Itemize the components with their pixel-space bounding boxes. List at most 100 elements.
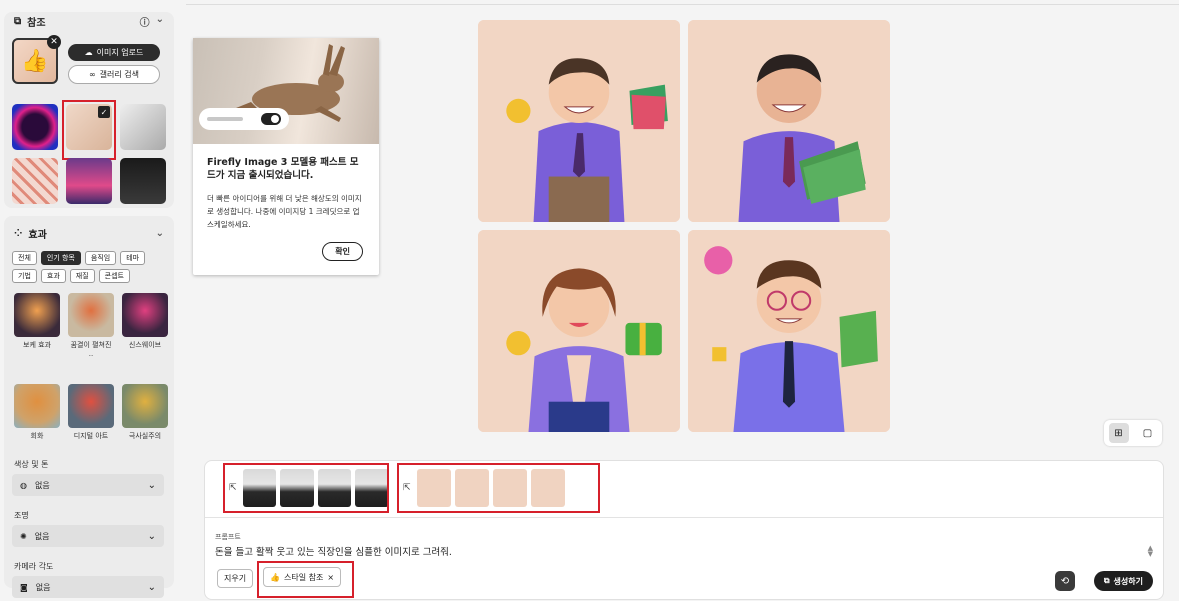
reference-panel-header[interactable]: ⧉ 참조 ⓘ ⌄: [4, 12, 174, 31]
prompt-label: 프롬프트: [215, 533, 241, 541]
notice-body: 더 빠른 아이디어를 위해 더 낮은 해상도의 이미지로 생성합니다. 나중에 …: [207, 194, 362, 229]
filter-chip[interactable]: 전체: [12, 251, 37, 265]
effect-label: 회화: [30, 432, 44, 440]
effect-item[interactable]: 꿈결이 펼쳐진 ..: [68, 293, 114, 358]
reference-panel: ⧉ 참조 ⓘ ⌄ 👍 ✕ ☁ 이미지 업로드 ∞ 갤러리 검색 ✓: [4, 12, 174, 208]
highlight-box: [397, 463, 600, 513]
chevron-down-icon[interactable]: ⌄: [156, 228, 164, 239]
notice-title: Firefly Image 3 모델용 패스트 모드가 지금 출시되었습니다.: [207, 157, 359, 181]
selected-reference-thumb[interactable]: 👍 ✕: [12, 35, 61, 84]
generate-button[interactable]: ⧉ 생성하기: [1093, 571, 1153, 591]
gallery-search-label: 갤러리 검색: [99, 70, 139, 79]
reference-thumb-thumbsup[interactable]: ✓: [62, 100, 116, 160]
grid-view-icon[interactable]: ⊞: [1108, 423, 1129, 443]
effects-panel-header[interactable]: ⁘ 효과 ⌄: [4, 216, 174, 243]
prompt-divider: [205, 517, 1163, 518]
top-border: [186, 4, 1179, 5]
clear-button[interactable]: 지우기: [217, 569, 254, 588]
generate-icon: ⧉: [1103, 576, 1110, 585]
chevron-down-icon: ⌄: [147, 581, 156, 593]
effects-panel-title: 효과: [28, 230, 47, 241]
prompt-panel: ⇱ ⇱ 프롬프트 돈을 들고 활짝 웃고 있는 직장인을 심플한 이미지로 그려…: [204, 460, 1164, 600]
chevron-down-icon: ⌄: [147, 479, 156, 491]
view-toggle: ⊞ ▢: [1104, 420, 1162, 446]
camera-angle-value: 없음: [35, 582, 51, 592]
generated-image-1[interactable]: [478, 20, 680, 222]
toggle-track: [207, 117, 243, 121]
color-tone-label: 색상 및 톤: [14, 460, 49, 469]
filter-chip[interactable]: 움직임: [84, 251, 117, 265]
left-sidebar: ⧉ 참조 ⓘ ⌄ 👍 ✕ ☁ 이미지 업로드 ∞ 갤러리 검색 ✓ ⁘ 효과 ⌄…: [4, 4, 186, 598]
upload-cloud-icon: ☁: [84, 48, 93, 57]
history-icon[interactable]: ⟲: [1055, 571, 1075, 591]
lighting-value: 없음: [34, 531, 50, 541]
chevron-down-icon[interactable]: ⌄: [156, 14, 164, 29]
effect-label: 신스웨이브: [128, 341, 162, 349]
camera-angle-label: 카메라 각도: [14, 562, 54, 571]
effect-label: 극사실주의: [128, 432, 162, 440]
lighting-dropdown[interactable]: ✺ 없음 ⌄: [12, 525, 164, 547]
effect-label: 꿈결이 펼쳐진 ..: [70, 341, 112, 358]
reference-thumb-pattern[interactable]: [12, 158, 58, 204]
filter-chip[interactable]: 테마: [120, 251, 146, 265]
lighting-label: 조명: [14, 511, 29, 520]
highlight-box: [223, 463, 389, 513]
remove-reference-icon[interactable]: ✕: [47, 35, 61, 49]
photo-reference-strip: ⇱: [223, 463, 389, 513]
prompt-input[interactable]: 돈을 들고 활짝 웃고 있는 직장인을 심플한 이미지로 그려줘.: [215, 544, 452, 558]
fast-mode-toggle[interactable]: [199, 108, 289, 130]
checkmark-icon: ✓: [98, 106, 110, 118]
upload-image-label: 이미지 업로드: [96, 48, 144, 57]
upload-image-button[interactable]: ☁ 이미지 업로드: [68, 44, 160, 61]
fast-mode-notice: Firefly Image 3 모델용 패스트 모드가 지금 출시되었습니다. …: [193, 38, 379, 275]
effect-thumb: [68, 384, 114, 428]
generated-reference-strip: ⇱: [397, 463, 600, 513]
color-tone-value: 없음: [34, 480, 50, 490]
filter-chip[interactable]: 콘셉트: [98, 269, 130, 283]
generated-image-4[interactable]: [688, 230, 890, 432]
toggle-switch-icon: [261, 113, 281, 125]
filter-chip[interactable]: 효과: [40, 269, 66, 283]
camera-angle-dropdown[interactable]: ◙ 없음 ⌄: [12, 576, 164, 598]
effect-item[interactable]: 디지털 아트: [68, 384, 114, 441]
reference-thumb-statue[interactable]: [120, 104, 166, 150]
generated-image-2[interactable]: [688, 20, 890, 222]
prompt-scroll-icon[interactable]: ▲ ▼: [1148, 545, 1153, 558]
effects-panel: ⁘ 효과 ⌄ 전체 인기 항목 움직임 테마 기법 효과 재질 콘셉트 보케 효…: [4, 216, 174, 598]
reference-icon: ⧉: [14, 16, 22, 27]
info-icon[interactable]: ⓘ: [140, 14, 150, 29]
effect-thumb: [122, 293, 168, 337]
style-reference-label: 스타일 참조: [283, 572, 324, 582]
reference-thumb-cloud[interactable]: [66, 158, 112, 204]
style-thumb-icon: 👍: [270, 572, 280, 582]
filter-chip[interactable]: 재질: [69, 269, 95, 283]
reference-gallery: ✓: [12, 100, 166, 204]
style-reference-tag[interactable]: 👍 스타일 참조 ×: [263, 567, 342, 587]
effect-thumb: [14, 384, 60, 428]
close-icon[interactable]: ×: [327, 573, 334, 582]
lightbulb-icon: ✺: [20, 531, 27, 541]
generated-image-3[interactable]: [478, 230, 680, 432]
effect-item[interactable]: 극사실주의: [122, 384, 168, 441]
effect-item[interactable]: 신스웨이브: [122, 293, 168, 358]
effect-label: 디지털 아트: [73, 432, 109, 440]
reference-panel-title: 참조: [27, 18, 46, 29]
filter-chip[interactable]: 인기 항목: [40, 251, 81, 265]
camera-icon: ◙: [20, 582, 28, 592]
filter-chip[interactable]: 기법: [12, 269, 37, 283]
single-view-icon[interactable]: ▢: [1138, 423, 1158, 443]
reference-thumb-neon[interactable]: [12, 104, 58, 150]
notice-hare-image: [193, 38, 379, 144]
generate-label: 생성하기: [1113, 576, 1143, 586]
effect-thumb: [122, 384, 168, 428]
reference-thumb-dark[interactable]: [120, 158, 166, 204]
color-tone-dropdown[interactable]: ◍ 없음 ⌄: [12, 474, 164, 496]
confirm-button[interactable]: 확인: [322, 242, 363, 261]
gallery-search-button[interactable]: ∞ 갤러리 검색: [68, 65, 160, 84]
effect-label: 보케 효과: [23, 341, 51, 349]
effect-thumb: [14, 293, 60, 337]
effect-item[interactable]: 보케 효과: [14, 293, 60, 358]
binoculars-icon: ∞: [88, 70, 96, 79]
effects-icon: ⁘: [14, 228, 23, 239]
effect-item[interactable]: 회화: [14, 384, 60, 441]
